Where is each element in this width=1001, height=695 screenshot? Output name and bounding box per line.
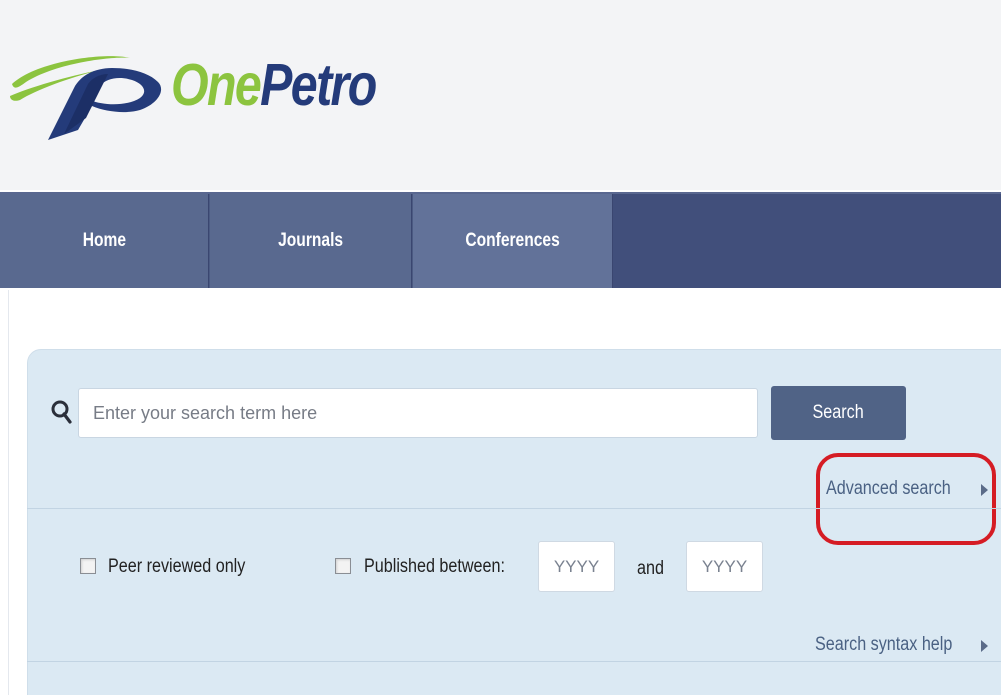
nav-item-label: Journals <box>278 230 343 251</box>
advanced-search-highlight-circle <box>816 453 996 545</box>
peer-reviewed-checkbox[interactable] <box>80 558 96 574</box>
logo-text-petro: Petro <box>260 52 377 118</box>
search-input[interactable] <box>78 388 758 438</box>
logo-swoosh-icon <box>10 56 162 140</box>
search-syntax-help-link[interactable]: Search syntax help <box>815 634 952 656</box>
content-left-rule <box>8 290 9 695</box>
and-label: and <box>637 558 664 579</box>
search-icon <box>51 400 72 424</box>
nav-item-label: Conferences <box>465 230 560 251</box>
main-nav: Home Journals Conferences <box>0 192 1001 288</box>
onepetro-logo[interactable]: OnePetro <box>8 48 408 148</box>
peer-reviewed-label[interactable]: Peer reviewed only <box>108 556 245 578</box>
nav-item-journals[interactable]: Journals <box>209 194 412 288</box>
search-button[interactable]: Search <box>771 386 906 440</box>
published-between-checkbox[interactable] <box>335 558 351 574</box>
year-from-input[interactable] <box>538 541 615 592</box>
nav-item-home[interactable]: Home <box>0 194 209 288</box>
logo-wordmark: OnePetro <box>171 56 377 115</box>
published-between-label[interactable]: Published between: <box>364 556 505 578</box>
nav-item-conferences[interactable]: Conferences <box>412 194 613 288</box>
search-button-label: Search <box>812 402 865 423</box>
logo-text-one: One <box>171 52 262 118</box>
year-to-input[interactable] <box>686 541 763 592</box>
search-syntax-help-arrow-icon[interactable] <box>981 640 988 652</box>
page-header: OnePetro <box>0 0 1001 190</box>
search-divider <box>27 508 1001 509</box>
nav-item-label: Home <box>82 230 126 251</box>
filters-divider <box>27 661 1001 662</box>
